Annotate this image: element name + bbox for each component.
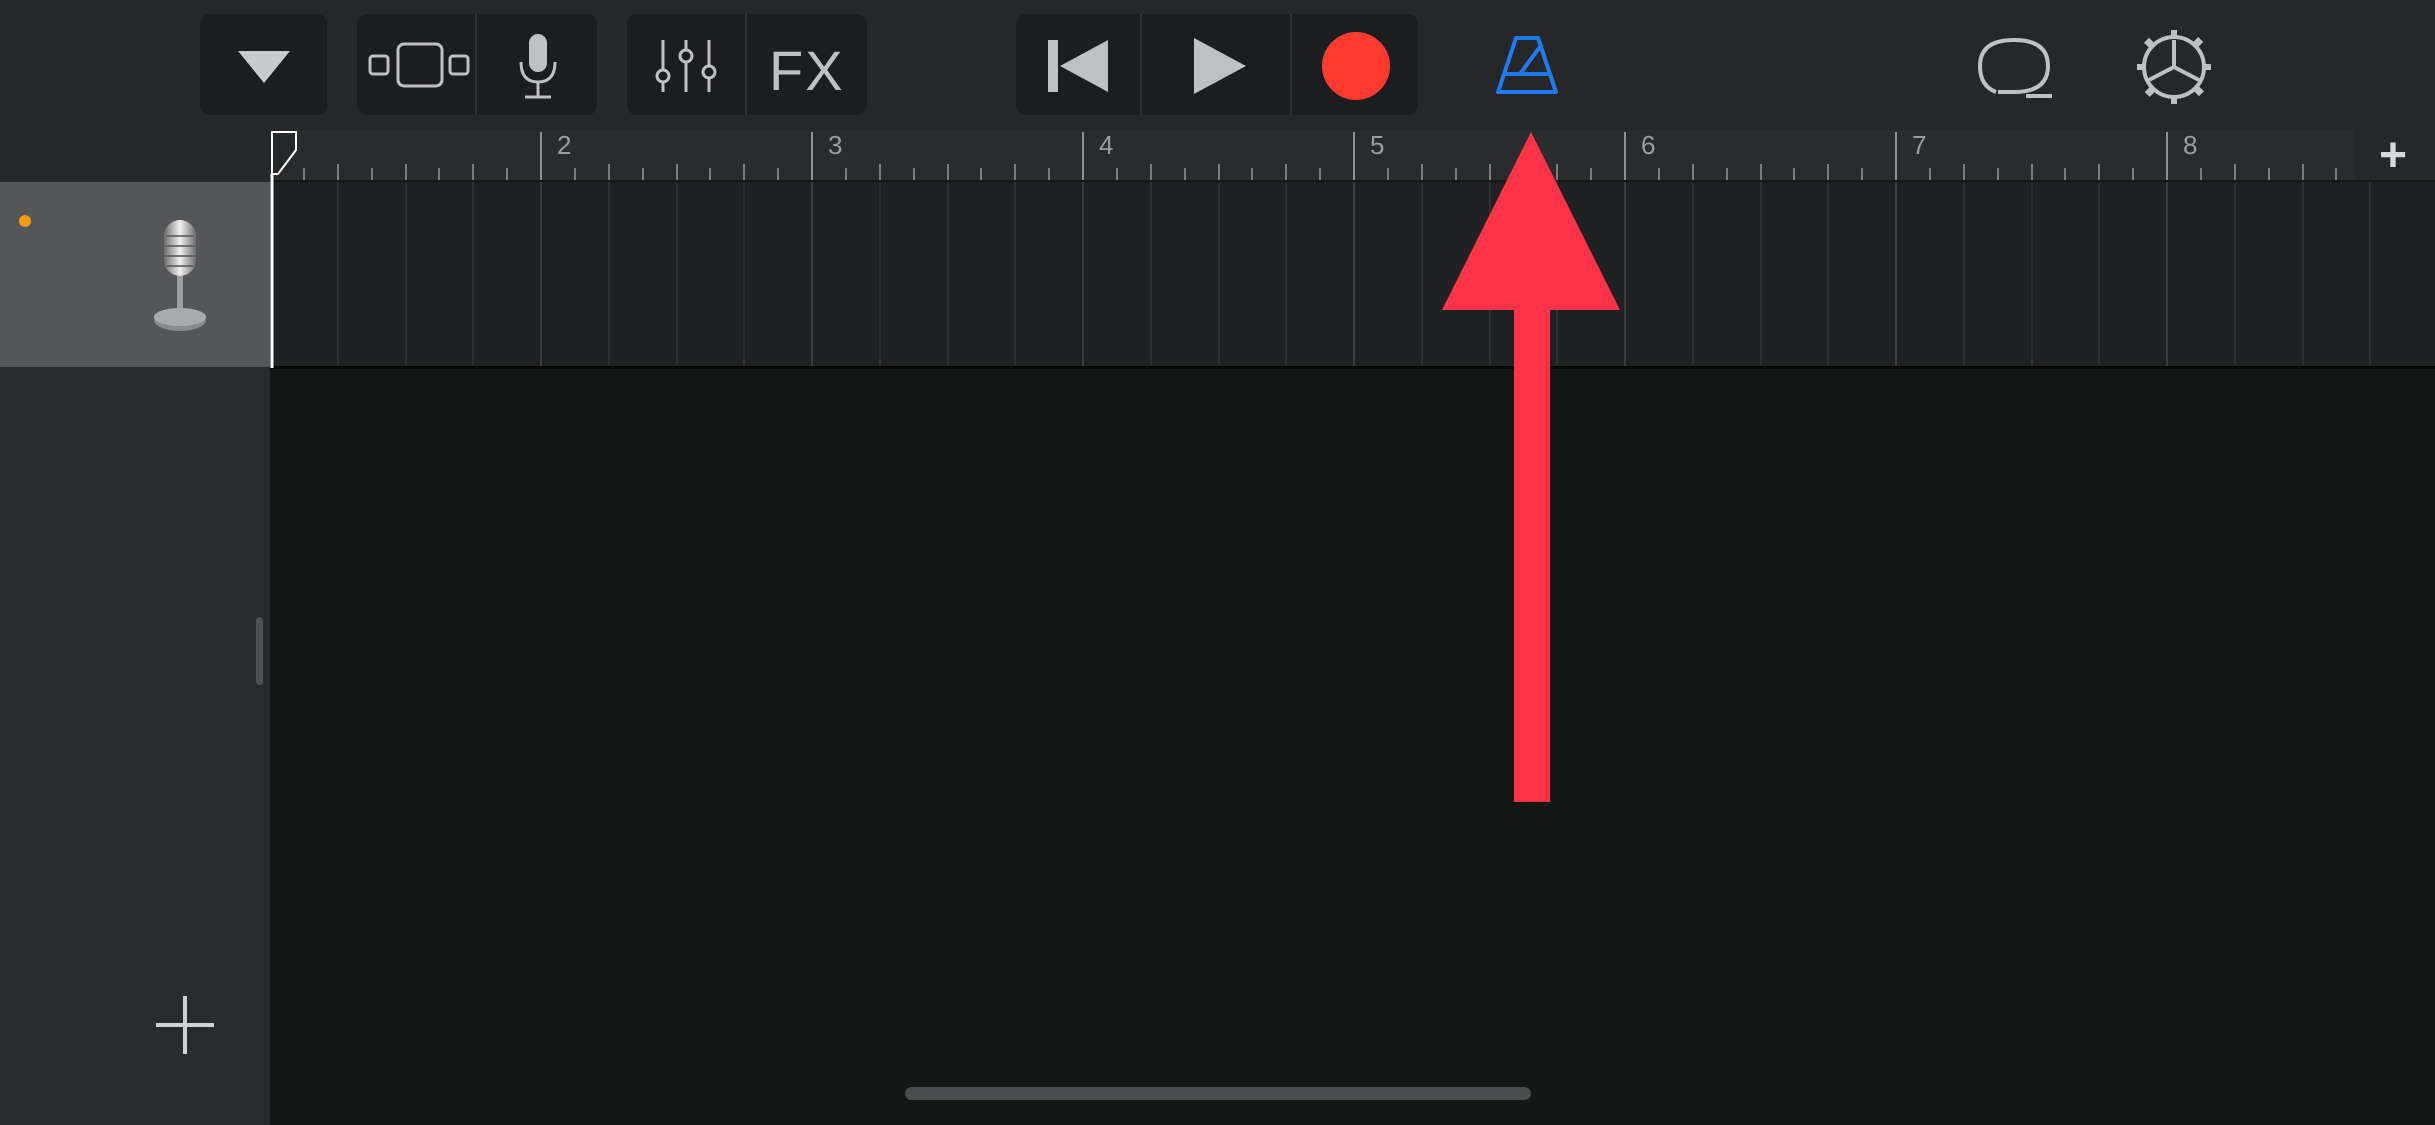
playhead[interactable] bbox=[270, 130, 300, 370]
transport-group bbox=[1016, 14, 1418, 115]
record-icon bbox=[1322, 32, 1390, 100]
play-icon bbox=[1194, 38, 1246, 94]
playhead-marker bbox=[270, 131, 297, 368]
red-up-arrow-icon bbox=[1442, 132, 1620, 802]
ruler-spacer bbox=[0, 130, 270, 180]
add-track-button[interactable] bbox=[150, 990, 220, 1060]
plus-icon bbox=[156, 996, 214, 1054]
bar-number: 8 bbox=[2183, 130, 2198, 160]
add-section-button[interactable]: + bbox=[2379, 128, 2407, 183]
go-to-beginning-button[interactable] bbox=[1016, 14, 1140, 115]
play-button[interactable] bbox=[1142, 14, 1290, 115]
track-region-lane[interactable] bbox=[270, 182, 2435, 367]
add-section-area: + bbox=[2355, 128, 2435, 183]
tracks-view-button[interactable] bbox=[357, 14, 475, 115]
microphone-icon bbox=[519, 34, 557, 99]
ruler-ticks bbox=[303, 132, 2337, 180]
bar-number: 3 bbox=[828, 130, 843, 160]
bar-number: 7 bbox=[1912, 130, 1927, 160]
loop-browser-button[interactable] bbox=[1970, 14, 2065, 115]
go-to-beginning-icon bbox=[1048, 40, 1108, 92]
loop-browser-icon bbox=[1977, 37, 2052, 98]
track-header[interactable] bbox=[0, 182, 270, 367]
instrument-button[interactable] bbox=[477, 14, 597, 115]
gear-icon bbox=[2137, 30, 2211, 104]
mixer-fx-group: FX bbox=[627, 14, 867, 115]
lane-grid bbox=[337, 182, 2371, 367]
sliders-icon bbox=[655, 40, 717, 92]
fx-button[interactable]: FX bbox=[747, 14, 867, 115]
track-activity-indicator bbox=[19, 215, 31, 227]
timeline-ruler[interactable]: 2 3 4 5 6 7 8 bbox=[270, 130, 2355, 180]
metronome-icon bbox=[1496, 36, 1558, 94]
bar-number: 2 bbox=[557, 130, 572, 160]
vintage-microphone-icon bbox=[154, 220, 206, 331]
lane-separator bbox=[270, 366, 2435, 369]
track-controls-button[interactable] bbox=[627, 14, 745, 115]
bar-number: 6 bbox=[1641, 130, 1656, 160]
tracks-view-icon bbox=[368, 42, 470, 88]
control-bar: FX bbox=[0, 0, 2435, 130]
my-songs-button[interactable] bbox=[200, 14, 327, 115]
triangle-down-icon bbox=[238, 51, 290, 83]
record-button[interactable] bbox=[1292, 14, 1418, 115]
metronome-button[interactable] bbox=[1480, 14, 1570, 115]
bar-number: 5 bbox=[1370, 130, 1385, 160]
track-header-resize-handle[interactable] bbox=[256, 617, 263, 685]
bar-number: 4 bbox=[1099, 130, 1114, 160]
home-indicator[interactable] bbox=[905, 1087, 1531, 1100]
settings-button[interactable] bbox=[2125, 14, 2220, 115]
view-instrument-group bbox=[357, 14, 597, 115]
fx-label: FX bbox=[769, 39, 845, 102]
